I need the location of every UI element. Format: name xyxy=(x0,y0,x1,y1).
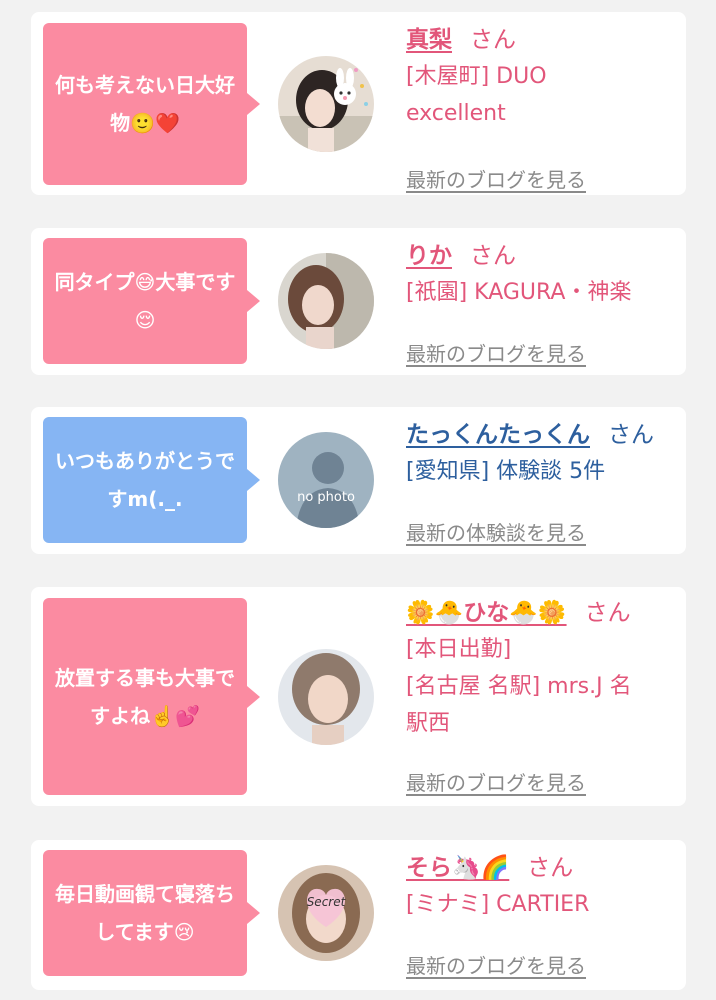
comment-card: 放置する事も大事ですよね☝️💕 🌼🐣ひな🐣🌼 さん [本日出勤] [名古屋 名駅]… xyxy=(31,587,686,806)
comment-text: 同タイプ😅大事です😌 xyxy=(54,270,236,332)
comment-card: いつもありがとうですm(._. no photo たっくんたっくん さん [愛知県… xyxy=(31,407,686,554)
review-detail: [愛知県] 体験談 5件 xyxy=(406,459,606,484)
comment-bubble: 同タイプ😅大事です😌 xyxy=(43,238,260,364)
user-name-link[interactable]: 🌼🐣ひな🐣🌼 xyxy=(406,600,567,626)
comment-bubble: いつもありがとうですm(._. xyxy=(43,417,260,543)
comment-text: いつもありがとうですm(._. xyxy=(55,449,235,511)
honorific: さん xyxy=(470,243,516,269)
latest-blog-link[interactable]: 最新のブログを見る xyxy=(406,950,586,979)
comment-bubble: 放置する事も大事ですよね☝️💕 xyxy=(43,598,260,795)
comment-card: 何も考えない日大好物🙂❤️ 真梨 さん [木屋町] DUO excellent … xyxy=(31,12,686,195)
avatar[interactable]: no photo xyxy=(278,432,374,528)
user-name-link[interactable]: 真梨 xyxy=(406,27,452,53)
entry-info: りか さん [祇園] KAGURA・神楽 最新のブログを見る xyxy=(406,238,676,366)
honorific: さん xyxy=(608,422,654,448)
shop-detail: [ミナミ] CARTIER xyxy=(406,892,590,917)
latest-review-link[interactable]: 最新の体験談を見る xyxy=(406,517,586,546)
shop-detail: [名古屋 名駅] mrs.J 名 xyxy=(406,674,632,699)
latest-blog-link[interactable]: 最新のブログを見る xyxy=(406,767,586,796)
comment-card: 同タイプ😅大事です😌 りか さん [祇園] KAGURA・神楽 最新のブログを見る xyxy=(31,228,686,375)
entry-info: 🌼🐣ひな🐣🌼 さん [本日出勤] [名古屋 名駅] mrs.J 名 駅西 最新のブ… xyxy=(406,595,676,795)
latest-blog-link[interactable]: 最新のブログを見る xyxy=(406,338,586,367)
comment-text: 何も考えない日大好物🙂❤️ xyxy=(55,73,235,135)
shop-detail: 駅西 xyxy=(406,711,451,736)
comment-text: 放置する事も大事ですよね☝️💕 xyxy=(55,665,235,728)
working-today-label: [本日出勤] xyxy=(406,637,512,662)
entry-info: たっくんたっくん さん [愛知県] 体験談 5件 最新の体験談を見る xyxy=(406,417,676,545)
comment-card: 毎日動画観て寝落ちしてます😢 Secret そら🦄🌈 さん [ミナミ] CARTI… xyxy=(31,840,686,990)
avatar[interactable] xyxy=(278,649,374,745)
no-photo-label: no photo xyxy=(297,490,355,505)
avatar[interactable] xyxy=(278,56,374,152)
comment-bubble: 何も考えない日大好物🙂❤️ xyxy=(43,23,260,185)
shop-detail: [木屋町] DUO xyxy=(406,64,547,89)
honorific: さん xyxy=(584,600,631,626)
comment-text: 毎日動画観て寝落ちしてます😢 xyxy=(55,882,235,944)
secret-badge: Secret xyxy=(306,895,346,909)
shop-detail: excellent xyxy=(406,101,506,126)
avatar[interactable] xyxy=(278,253,374,349)
entry-info: そら🦄🌈 さん [ミナミ] CARTIER 最新のブログを見る xyxy=(406,850,676,978)
honorific: さん xyxy=(527,855,574,881)
user-name-link[interactable]: りか xyxy=(406,243,452,269)
honorific: さん xyxy=(470,27,516,53)
avatar[interactable]: Secret xyxy=(278,865,374,961)
comment-bubble: 毎日動画観て寝落ちしてます😢 xyxy=(43,850,260,976)
shop-detail: [祇園] KAGURA・神楽 xyxy=(406,280,632,305)
user-name-link[interactable]: たっくんたっくん xyxy=(406,422,590,448)
entry-info: 真梨 さん [木屋町] DUO excellent 最新のブログを見る xyxy=(406,22,676,192)
user-name-link[interactable]: そら🦄🌈 xyxy=(406,855,509,881)
latest-blog-link[interactable]: 最新のブログを見る xyxy=(406,164,586,193)
